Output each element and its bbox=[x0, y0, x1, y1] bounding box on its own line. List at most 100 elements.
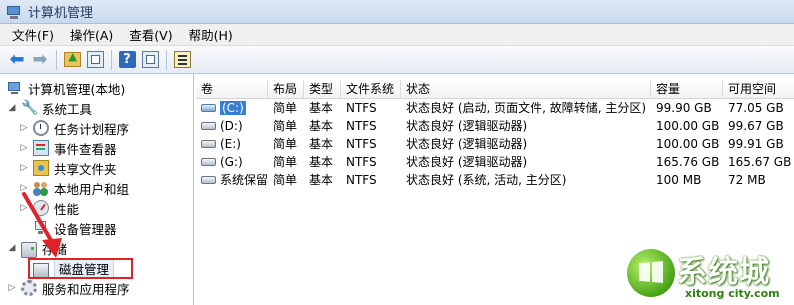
collapse-arrow-icon[interactable]: ◢ bbox=[6, 103, 18, 113]
volume-name: 系统保留 bbox=[220, 173, 268, 187]
table-row[interactable]: (D:) 简单 基本 NTFS 状态良好 (逻辑驱动器) 100.00 GB 9… bbox=[196, 117, 794, 135]
toolbar: ⬅ ➡ ▲ ? bbox=[0, 46, 794, 74]
red-arrow-annotation bbox=[22, 192, 62, 258]
tree-item-system-tools[interactable]: ◢ 🔧 系统工具 bbox=[0, 98, 193, 118]
column-header-filesystem[interactable]: 文件系统 bbox=[341, 80, 401, 99]
properties-icon bbox=[173, 51, 191, 68]
menu-help[interactable]: 帮助(H) bbox=[181, 25, 241, 44]
toolbar-separator bbox=[111, 49, 112, 70]
volume-status: 状态良好 (启动, 页面文件, 故障转储, 主分区) bbox=[406, 101, 647, 115]
computer-management-icon bbox=[6, 4, 22, 20]
forward-button[interactable]: ➡ bbox=[29, 49, 51, 71]
forward-arrow-icon: ➡ bbox=[32, 48, 48, 70]
volume-status: 状态良好 (系统, 活动, 主分区) bbox=[406, 173, 567, 187]
show-hide-tree-button[interactable] bbox=[84, 49, 106, 71]
volume-type: 基本 bbox=[309, 137, 334, 151]
volume-layout: 简单 bbox=[273, 137, 298, 151]
collapse-arrow-icon[interactable]: ◢ bbox=[6, 243, 18, 253]
column-header-free-space[interactable]: 可用空间 bbox=[723, 80, 794, 99]
watermark-text: 系统城 bbox=[677, 255, 770, 290]
volume-icon bbox=[201, 139, 216, 148]
tree-item-label: 系统工具 bbox=[42, 101, 93, 117]
expand-arrow-icon[interactable]: ▷ bbox=[18, 163, 30, 173]
expand-arrow-icon[interactable]: ▷ bbox=[18, 143, 30, 153]
volume-status: 状态良好 (逻辑驱动器) bbox=[406, 137, 528, 151]
tree-item-root[interactable]: 计算机管理(本地) bbox=[0, 78, 193, 98]
volume-name: (D:) bbox=[220, 119, 243, 133]
volume-type: 基本 bbox=[309, 119, 334, 133]
properties-button[interactable] bbox=[171, 49, 193, 71]
volume-status: 状态良好 (逻辑驱动器) bbox=[406, 119, 528, 133]
volume-name: (E:) bbox=[220, 137, 241, 151]
up-folder-icon: ▲ bbox=[63, 50, 81, 67]
table-row[interactable]: (E:) 简单 基本 NTFS 状态良好 (逻辑驱动器) 100.00 GB 9… bbox=[196, 135, 794, 153]
volume-free-space: 99.67 GB bbox=[728, 119, 784, 133]
volume-layout: 简单 bbox=[273, 101, 298, 115]
event-viewer-icon bbox=[33, 140, 49, 156]
computer-icon bbox=[7, 80, 23, 96]
volume-filesystem: NTFS bbox=[346, 173, 377, 187]
help-icon: ? bbox=[118, 51, 136, 68]
tools-icon: 🔧 bbox=[21, 100, 39, 116]
show-action-pane-button[interactable] bbox=[139, 49, 161, 71]
help-button[interactable]: ? bbox=[116, 49, 138, 71]
back-button[interactable]: ⬅ bbox=[6, 49, 28, 71]
volume-icon bbox=[201, 103, 216, 112]
menu-action[interactable]: 操作(A) bbox=[62, 25, 121, 44]
volume-free-space: 165.67 GB bbox=[728, 155, 792, 169]
title-bar: 计算机管理 bbox=[0, 0, 794, 24]
table-row[interactable]: 系统保留 简单 基本 NTFS 状态良好 (系统, 活动, 主分区) 100 M… bbox=[196, 171, 794, 189]
volume-name: (G:) bbox=[220, 155, 243, 169]
shared-folder-icon bbox=[33, 160, 49, 176]
volume-name: (C:) bbox=[220, 101, 246, 115]
tree-item-shared-folders[interactable]: ▷ 共享文件夹 bbox=[0, 158, 193, 178]
volume-capacity: 100 MB bbox=[656, 173, 702, 187]
expand-arrow-icon[interactable]: ▷ bbox=[6, 283, 18, 293]
volume-filesystem: NTFS bbox=[346, 137, 377, 151]
show-action-pane-icon bbox=[141, 51, 159, 68]
volume-layout: 简单 bbox=[273, 173, 298, 187]
column-header-status[interactable]: 状态 bbox=[401, 80, 651, 99]
volume-capacity: 99.90 GB bbox=[656, 101, 712, 115]
expand-arrow-icon[interactable]: ▷ bbox=[18, 123, 30, 133]
tree-item-label: 共享文件夹 bbox=[54, 161, 117, 177]
watermark-url: xitong city.com bbox=[685, 287, 780, 300]
toolbar-separator bbox=[166, 49, 167, 70]
volume-layout: 简单 bbox=[273, 155, 298, 169]
column-header-type[interactable]: 类型 bbox=[304, 80, 341, 99]
tree-item-services-apps[interactable]: ▷ 服务和应用程序 bbox=[0, 278, 193, 298]
column-header-volume[interactable]: 卷 bbox=[196, 80, 268, 99]
table-row[interactable]: (C:) 简单 基本 NTFS 状态良好 (启动, 页面文件, 故障转储, 主分… bbox=[196, 99, 794, 117]
menu-view[interactable]: 查看(V) bbox=[121, 25, 180, 44]
column-header-capacity[interactable]: 容量 bbox=[651, 80, 723, 99]
column-header-row: 卷 布局 类型 文件系统 状态 容量 可用空间 bbox=[196, 80, 794, 99]
tree-item-event-viewer[interactable]: ▷ 事件查看器 bbox=[0, 138, 193, 158]
tree-item-label: 计算机管理(本地) bbox=[28, 81, 126, 97]
table-row[interactable]: (G:) 简单 基本 NTFS 状态良好 (逻辑驱动器) 165.76 GB 1… bbox=[196, 153, 794, 171]
menu-file[interactable]: 文件(F) bbox=[4, 25, 62, 44]
tree-item-task-scheduler[interactable]: ▷ 任务计划程序 bbox=[0, 118, 193, 138]
up-one-level-button[interactable]: ▲ bbox=[61, 49, 83, 71]
show-hide-tree-icon bbox=[86, 51, 104, 68]
volume-capacity: 100.00 GB bbox=[656, 119, 720, 133]
volume-filesystem: NTFS bbox=[346, 155, 377, 169]
tree-item-label: 任务计划程序 bbox=[54, 121, 130, 137]
volume-icon bbox=[201, 157, 216, 166]
volume-type: 基本 bbox=[309, 101, 334, 115]
clock-icon bbox=[33, 120, 49, 136]
tree-item-label: 事件查看器 bbox=[54, 141, 117, 157]
tree-item-label: 服务和应用程序 bbox=[42, 281, 130, 297]
volume-free-space: 72 MB bbox=[728, 173, 766, 187]
volume-free-space: 99.91 GB bbox=[728, 137, 784, 151]
volume-filesystem: NTFS bbox=[346, 101, 377, 115]
column-header-layout[interactable]: 布局 bbox=[268, 80, 304, 99]
windows-ball-icon bbox=[627, 249, 675, 297]
volume-layout: 简单 bbox=[273, 119, 298, 133]
volume-icon bbox=[201, 175, 216, 184]
back-arrow-icon: ⬅ bbox=[9, 48, 25, 70]
volume-capacity: 100.00 GB bbox=[656, 137, 720, 151]
volume-status: 状态良好 (逻辑驱动器) bbox=[406, 155, 528, 169]
volume-icon bbox=[201, 121, 216, 130]
toolbar-separator bbox=[56, 49, 57, 70]
services-gear-icon bbox=[21, 280, 37, 296]
